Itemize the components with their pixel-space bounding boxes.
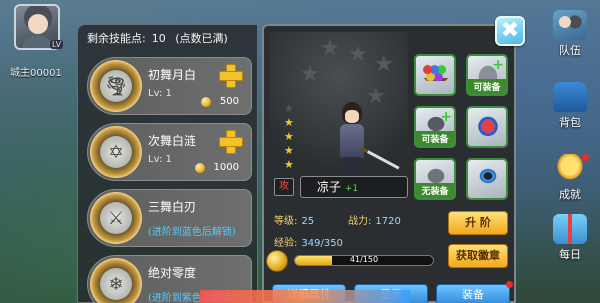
skill-level: Lv: 1 — [148, 154, 172, 165]
potion-icon — [474, 112, 502, 136]
skill-cost: 1000 — [213, 162, 239, 173]
menu-label: 成就 — [559, 188, 581, 201]
notification-dot — [506, 281, 513, 288]
orb-rack-icon — [422, 60, 450, 84]
skills-panel: 剩余技能点: 10 (点数已满) 🌪︎ 初舞月白 Lv: 1 500 ✡ 次舞白涟… — [77, 24, 258, 303]
skill-points-label: 剩余技能点: — [87, 32, 146, 45]
exp-value: 349/350 — [301, 238, 343, 249]
rank-star-icon: ★ — [284, 116, 294, 129]
hexagram-icon: ✡ — [90, 126, 142, 178]
skill-item-3[interactable]: ⚔︎ 三舞白刃 (进阶到蓝色后解锁) — [87, 189, 252, 247]
power-value: 1720 — [375, 216, 401, 227]
background-star-icon: ★ — [320, 36, 340, 61]
menu-item-achievement[interactable]: 成就 — [544, 152, 596, 204]
tab-equipment[interactable]: 装备 — [436, 284, 510, 303]
skill-name: 三舞白刃 — [148, 200, 197, 214]
background-star-icon: ★ — [300, 62, 320, 87]
bottom-banner-glow — [200, 290, 410, 303]
tornado-icon: 🌪︎ — [90, 60, 142, 112]
backpack-icon — [553, 82, 587, 112]
player-level-badge: LV — [50, 40, 64, 49]
skill-points-header: 剩余技能点: 10 (点数已满) — [78, 25, 257, 53]
rank-star-icon: ★ — [284, 144, 294, 157]
skill-points-value: 10 — [151, 32, 166, 45]
level-label: 等级: — [274, 216, 298, 227]
slash-icon: ⚔︎ — [90, 192, 142, 244]
character-stage: ★ ★ ★ ★ ★ ★ ★ ★ ★ ★ — [270, 32, 408, 180]
frost-icon: ❄︎ — [90, 258, 142, 303]
notification-dot — [582, 154, 589, 161]
team-icon — [553, 10, 587, 40]
skill-item-1[interactable]: 🌪︎ 初舞月白 Lv: 1 500 — [87, 57, 252, 115]
skill-item-2[interactable]: ✡ 次舞白涟 Lv: 1 1000 — [87, 123, 252, 181]
skill-name: 次舞白涟 — [148, 134, 197, 148]
upgrade-skill-button[interactable] — [219, 130, 243, 154]
hero-level-stat: 等级: 25 — [274, 212, 314, 227]
character-panel: ★ ★ ★ ★ ★ ★ ★ ★ ★ ★ + 可装备 + 可装备 无装备 攻 凉子… — [262, 24, 516, 303]
medal-icon — [266, 250, 288, 272]
menu-label: 每日 — [559, 248, 581, 261]
medal-progress-bar: 41/150 — [294, 255, 434, 266]
equip-slot-6[interactable] — [466, 158, 508, 200]
hero-exp-stat: 经验: 349/350 — [274, 234, 343, 249]
skill-name: 绝对零度 — [148, 266, 197, 280]
equip-slot-3[interactable]: + 可装备 — [414, 106, 456, 148]
skill-level: Lv: 1 — [148, 88, 172, 99]
gold-coin-icon — [195, 163, 205, 173]
exp-label: 经验: — [274, 238, 298, 249]
hero-power-stat: 战力: 1720 — [348, 212, 401, 227]
menu-label: 队伍 — [559, 44, 581, 57]
hero-rank-plus: +1 — [344, 184, 359, 194]
skill-name: 初舞月白 — [148, 68, 197, 82]
equippable-plus-icon: + — [492, 57, 504, 73]
attack-type-badge: 攻 — [274, 178, 294, 196]
gift-icon — [553, 214, 587, 244]
rank-star-icon: ★ — [284, 130, 294, 143]
medal-progress-text: 41/150 — [349, 255, 379, 264]
player-profile[interactable]: LV 城主00001 — [6, 4, 70, 82]
equip-status-tag: 可装备 — [468, 79, 506, 94]
rank-star-icon: ★ — [284, 102, 294, 115]
skill-points-note: (点数已满) — [175, 32, 228, 45]
equip-slot-2[interactable]: + 可装备 — [466, 54, 508, 96]
hero-name: 凉子 — [317, 180, 342, 194]
background-star-icon: ★ — [348, 42, 368, 67]
menu-item-backpack[interactable]: 背包 — [544, 80, 596, 132]
equip-slot-1[interactable] — [414, 54, 456, 96]
player-name: 城主00001 — [10, 68, 62, 79]
menu-item-team[interactable]: 队伍 — [544, 8, 596, 60]
bracelet-icon — [474, 164, 502, 188]
skill-unlock-hint: (进阶到蓝色后解锁) — [148, 227, 236, 238]
equip-status-tag: 无装备 — [416, 183, 454, 198]
upgrade-skill-button[interactable] — [219, 64, 243, 88]
close-icon: ✖ — [500, 18, 520, 43]
get-medal-button[interactable]: 获取徽章 — [448, 244, 508, 268]
hero-sprite[interactable] — [332, 102, 400, 178]
upgrade-rank-button[interactable]: 升 阶 — [448, 211, 508, 235]
level-value: 25 — [301, 216, 315, 227]
background-star-icon: ★ — [374, 52, 394, 77]
equip-status-tag: 可装备 — [416, 131, 454, 146]
rank-star-icon: ★ — [284, 158, 294, 171]
skill-cost: 500 — [219, 96, 239, 107]
menu-label: 背包 — [559, 116, 581, 129]
equippable-plus-icon: + — [440, 109, 452, 125]
power-label: 战力: — [348, 216, 372, 227]
hero-name-plate: 凉子 +1 — [300, 176, 408, 198]
side-menu: 队伍 背包 成就 每日 — [540, 0, 600, 303]
menu-item-daily[interactable]: 每日 — [544, 212, 596, 264]
equip-slot-4[interactable] — [466, 106, 508, 148]
close-button[interactable]: ✖ — [495, 16, 525, 46]
gold-coin-icon — [201, 97, 211, 107]
